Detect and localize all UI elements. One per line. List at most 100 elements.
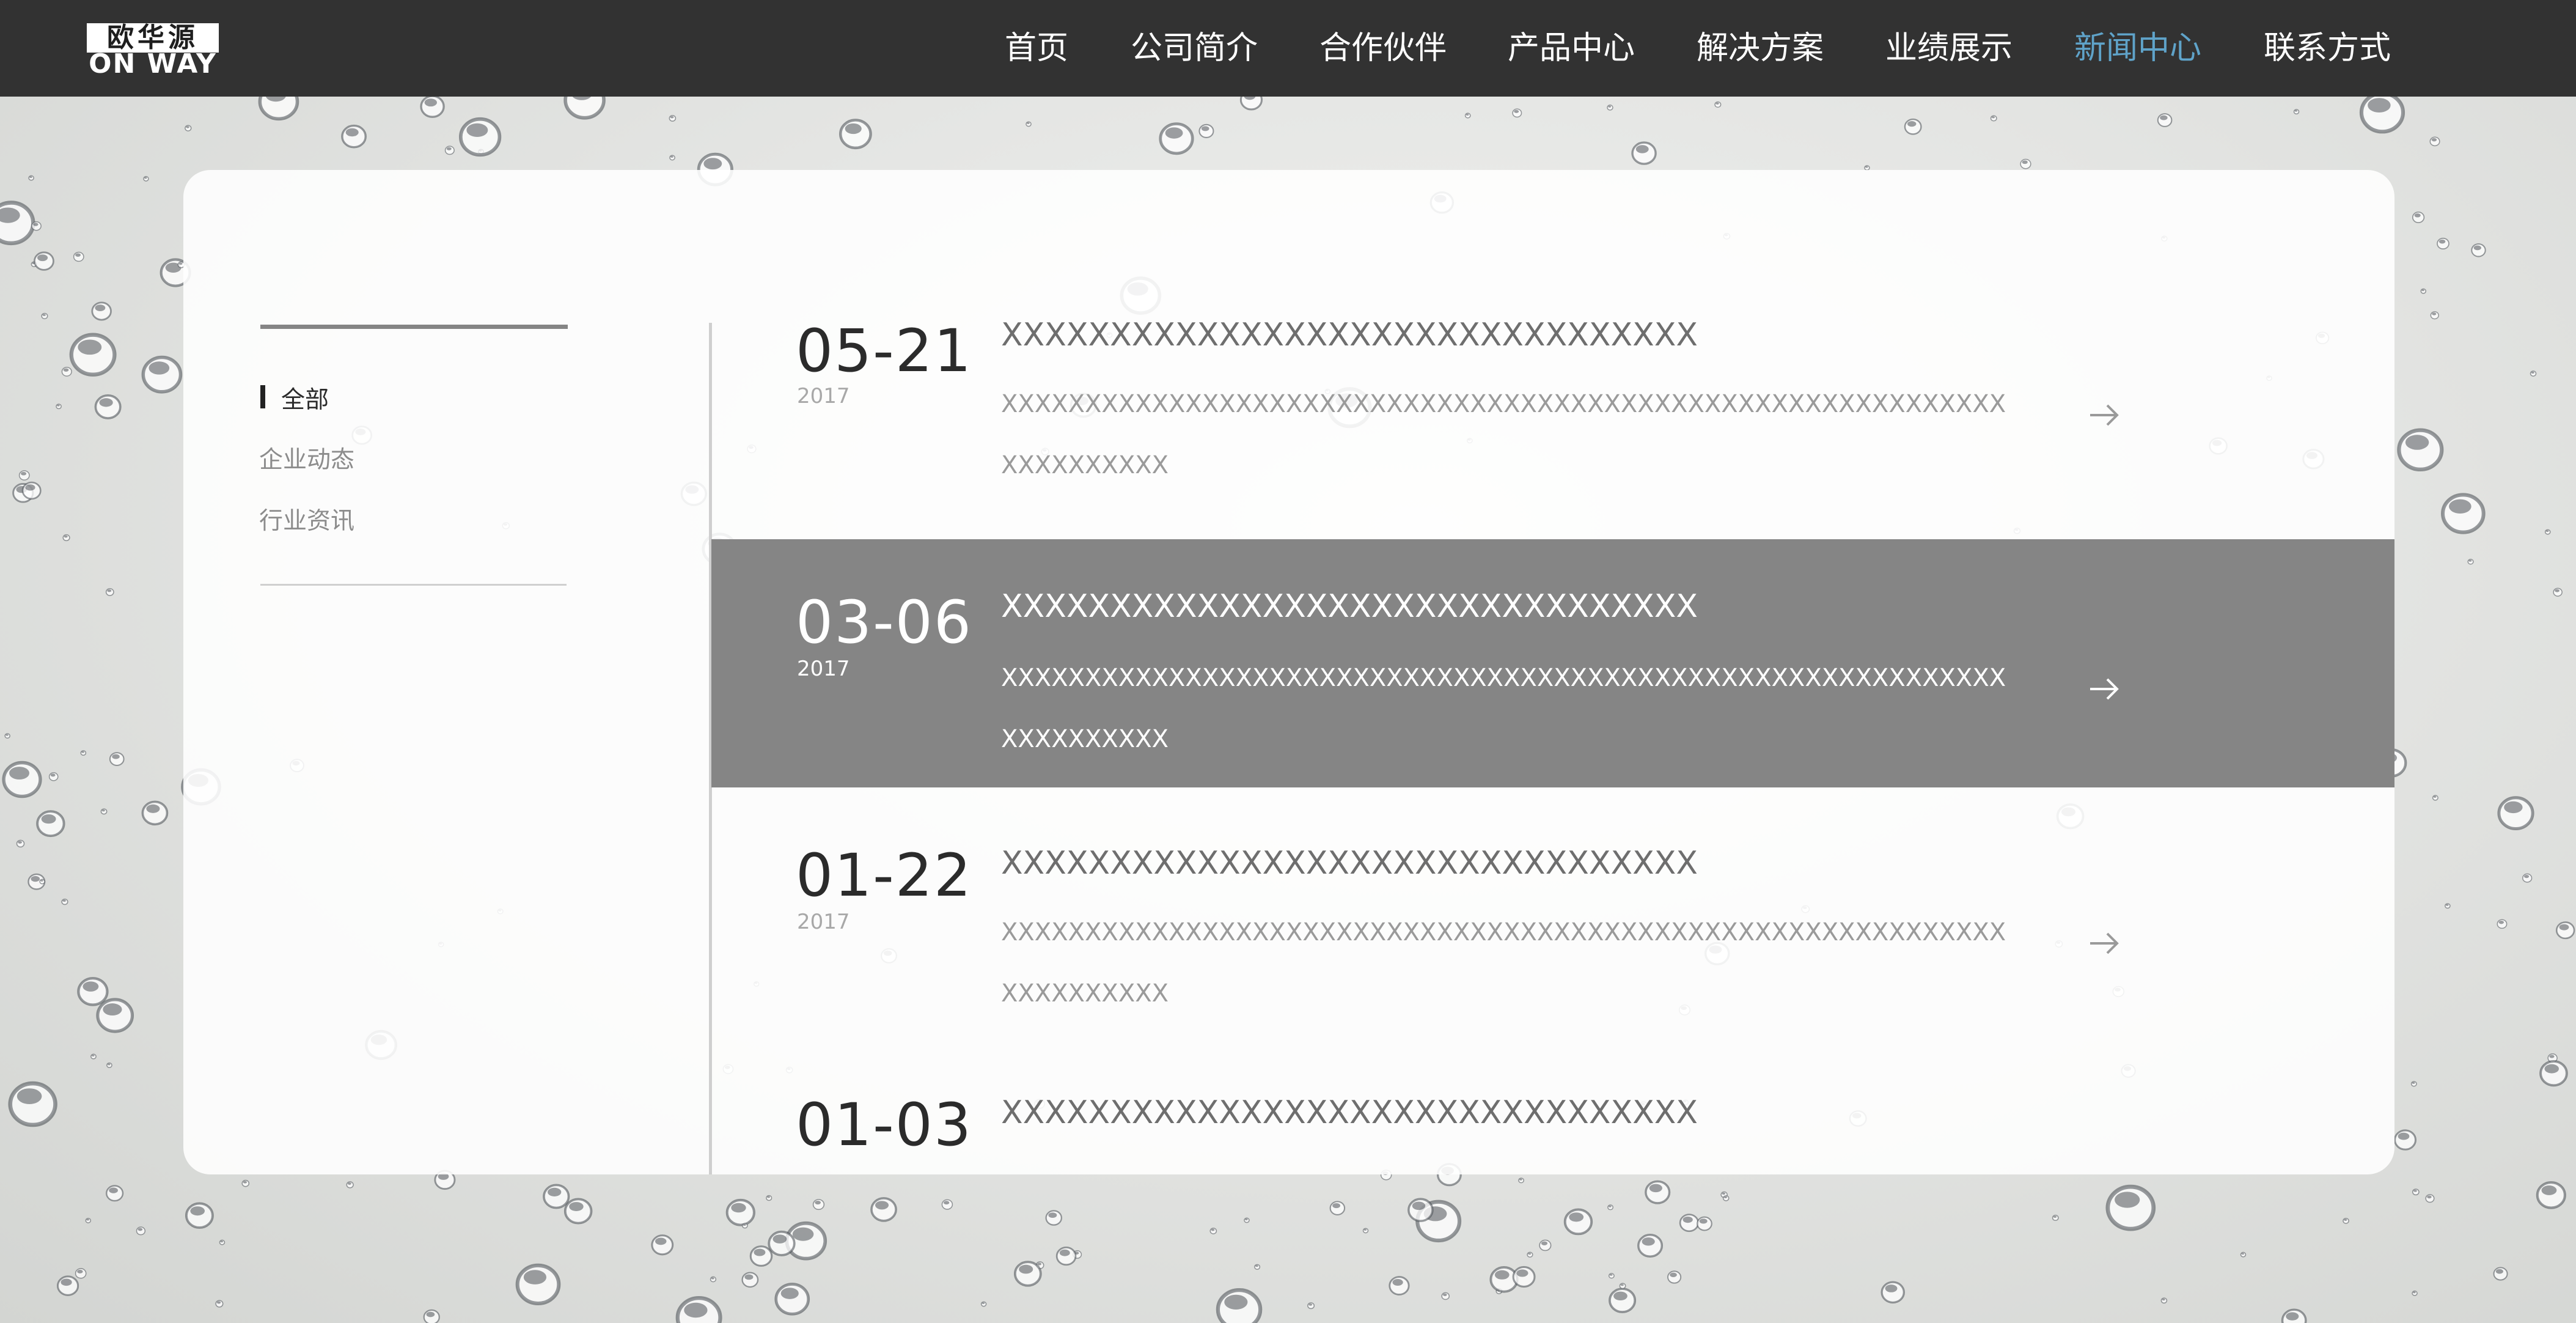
raindrop bbox=[1407, 1198, 1434, 1222]
nav-item-cases[interactable]: 业绩展示 bbox=[1885, 0, 2013, 97]
raindrop bbox=[185, 125, 192, 131]
raindrop bbox=[980, 1301, 987, 1307]
raindrop bbox=[1607, 105, 1613, 111]
raindrop bbox=[2536, 1181, 2566, 1209]
sidebar-top-divider bbox=[260, 325, 568, 329]
raindrop bbox=[444, 146, 455, 155]
news-desc-line2: XXXXXXXXXX bbox=[1001, 725, 1169, 753]
raindrop bbox=[28, 175, 34, 181]
raindrop bbox=[1512, 108, 1522, 118]
raindrop bbox=[1667, 1270, 1682, 1284]
raindrop bbox=[1645, 1180, 1671, 1204]
raindrop bbox=[85, 1217, 92, 1223]
raindrop bbox=[1045, 1210, 1062, 1226]
raindrop bbox=[2497, 796, 2534, 831]
raindrop bbox=[1329, 1201, 1346, 1215]
raindrop bbox=[774, 1283, 810, 1316]
nav-item-about[interactable]: 公司简介 bbox=[1131, 0, 1258, 97]
raindrop bbox=[16, 839, 25, 848]
category-industry-news[interactable]: 行业资讯 bbox=[259, 502, 354, 536]
raindrop bbox=[1362, 1228, 1369, 1234]
raindrop bbox=[80, 750, 87, 756]
news-year: 2017 bbox=[797, 910, 850, 934]
raindrop bbox=[458, 117, 502, 157]
raindrop bbox=[57, 1275, 79, 1296]
raindrop bbox=[870, 1197, 897, 1222]
news-item[interactable]: 01-03 XXXXXXXXXXXXXXXXXXXXXXXXXXXXXXXX bbox=[711, 1044, 2394, 1174]
raindrop bbox=[77, 977, 109, 1006]
nav-item-news[interactable]: 新闻中心 bbox=[2074, 0, 2201, 97]
raindrop bbox=[241, 1179, 250, 1187]
raindrop bbox=[710, 1276, 717, 1283]
raindrop bbox=[2430, 311, 2439, 320]
raindrop bbox=[669, 115, 677, 122]
raindrop bbox=[2429, 136, 2440, 147]
news-item[interactable]: 01-22 2017 XXXXXXXXXXXXXXXXXXXXXXXXXXXXX… bbox=[711, 787, 2394, 1044]
raindrop bbox=[106, 1185, 124, 1202]
raindrop bbox=[48, 772, 59, 781]
raindrop bbox=[1697, 1216, 1712, 1231]
raindrop bbox=[141, 355, 183, 394]
raindrop bbox=[90, 1053, 97, 1060]
raindrop bbox=[1518, 1177, 1524, 1184]
news-title: XXXXXXXXXXXXXXXXXXXXXXXXXXXXXXXX bbox=[1001, 317, 1698, 353]
raindrop bbox=[2160, 1297, 2168, 1304]
raindrop bbox=[2293, 109, 2300, 115]
top-header: 欧华源 ON WAY 首页 公司简介 合作伙伴 产品中心 解决方案 业绩展示 新… bbox=[0, 0, 2576, 97]
raindrop bbox=[2530, 370, 2537, 377]
nav-item-solutions[interactable]: 解决方案 bbox=[1697, 0, 1824, 97]
raindrop bbox=[2412, 1188, 2420, 1196]
raindrop bbox=[749, 1245, 773, 1267]
raindrop bbox=[73, 251, 84, 262]
news-item[interactable]: 05-21 2017 XXXXXXXXXXXXXXXXXXXXXXXXXXXXX… bbox=[711, 280, 2394, 537]
company-logo[interactable]: 欧华源 ON WAY bbox=[87, 23, 219, 78]
arrow-right-icon[interactable] bbox=[2086, 671, 2122, 707]
arrow-right-icon[interactable] bbox=[2086, 397, 2122, 433]
raindrop bbox=[2420, 288, 2427, 294]
raindrop bbox=[2, 761, 42, 798]
raindrop bbox=[420, 95, 445, 118]
news-date: 01-22 bbox=[796, 841, 972, 910]
raindrop bbox=[1679, 1214, 1700, 1233]
raindrop bbox=[1209, 1228, 1217, 1234]
nav-item-products[interactable]: 产品中心 bbox=[1508, 0, 1635, 97]
raindrop bbox=[61, 898, 68, 905]
raindrop bbox=[341, 124, 367, 149]
news-title: XXXXXXXXXXXXXXXXXXXXXXXXXXXXXXXX bbox=[1001, 588, 1698, 625]
raindrop bbox=[141, 800, 169, 826]
raindrop bbox=[1216, 1288, 1263, 1323]
raindrop bbox=[91, 301, 112, 321]
raindrop bbox=[741, 1223, 748, 1229]
raindrop bbox=[2539, 1060, 2568, 1087]
raindrop bbox=[109, 752, 125, 766]
news-item[interactable]: 03-06 2017 XXXXXXXXXXXXXXXXXXXXXXXXXXXXX… bbox=[711, 539, 2394, 787]
raindrop bbox=[1722, 1195, 1730, 1201]
raindrop bbox=[31, 221, 42, 231]
raindrop bbox=[1881, 1281, 1905, 1304]
raindrop bbox=[136, 1226, 146, 1236]
raindrop bbox=[61, 366, 72, 377]
raindrop bbox=[725, 1198, 755, 1226]
nav-item-partners[interactable]: 合作伙伴 bbox=[1319, 0, 1447, 97]
raindrop bbox=[2412, 212, 2425, 223]
arrow-right-icon[interactable] bbox=[2086, 926, 2122, 961]
raindrop bbox=[543, 1184, 570, 1209]
raindrop bbox=[96, 998, 134, 1033]
news-year: 2017 bbox=[797, 657, 850, 681]
raindrop bbox=[2493, 1267, 2508, 1281]
news-title: XXXXXXXXXXXXXXXXXXXXXXXXXXXXXXXX bbox=[1001, 845, 1698, 882]
category-company-news[interactable]: 企业动态 bbox=[259, 441, 354, 475]
raindrop bbox=[1904, 118, 1922, 135]
raindrop bbox=[2157, 113, 2173, 127]
raindrop bbox=[2553, 588, 2563, 597]
category-all[interactable]: 全部 bbox=[281, 381, 329, 415]
news-year: 2017 bbox=[797, 384, 850, 408]
nav-item-contact[interactable]: 联系方式 bbox=[2264, 0, 2391, 97]
news-desc-line2: XXXXXXXXXX bbox=[1001, 979, 1169, 1008]
raindrop bbox=[56, 404, 62, 410]
raindrop bbox=[2359, 91, 2405, 134]
news-desc-line2: XXXXXXXXXX bbox=[1001, 451, 1169, 479]
raindrop bbox=[2544, 529, 2551, 535]
raindrop bbox=[1026, 121, 1032, 127]
nav-item-home[interactable]: 首页 bbox=[1005, 0, 1068, 97]
